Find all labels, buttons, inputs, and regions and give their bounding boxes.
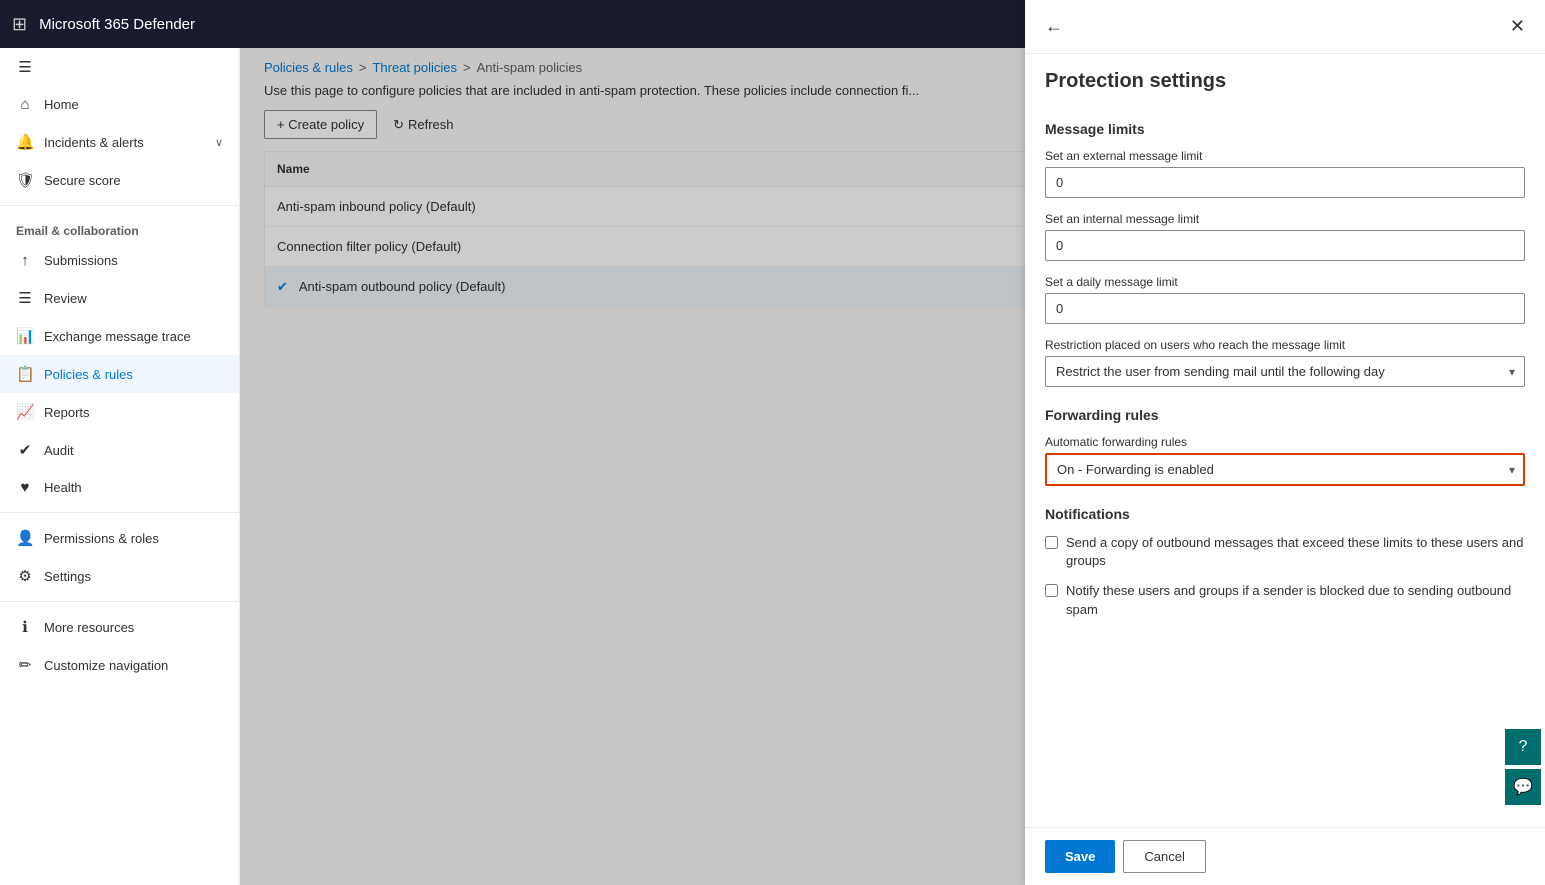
exchange-icon: 📊	[16, 327, 34, 345]
save-button[interactable]: Save	[1045, 840, 1115, 873]
sidebar-section-email-collab: Email & collaboration	[0, 212, 239, 242]
submissions-icon: ↑	[16, 252, 34, 269]
sidebar-item-customize-nav[interactable]: ✏ Customize navigation	[0, 646, 239, 684]
checkbox-copy-outbound-row: Send a copy of outbound messages that ex…	[1045, 534, 1525, 570]
health-icon: ♥	[16, 479, 34, 496]
checkbox-notify-blocked-row: Notify these users and groups if a sende…	[1045, 582, 1525, 618]
sidebar-label-more-resources: More resources	[44, 620, 134, 635]
label-restriction: Restriction placed on users who reach th…	[1045, 338, 1525, 352]
sidebar-divider-1	[0, 205, 239, 206]
audit-icon: ✔	[16, 441, 34, 459]
field-restriction: Restriction placed on users who reach th…	[1045, 338, 1525, 387]
sidebar-label-permissions: Permissions & roles	[44, 531, 159, 546]
sidebar-item-incidents[interactable]: 🔔 Incidents & alerts ∨	[0, 123, 239, 161]
section-title-notifications: Notifications	[1045, 506, 1525, 522]
label-daily-limit: Set a daily message limit	[1045, 275, 1525, 289]
field-auto-forwarding: Automatic forwarding rules On - Forwardi…	[1045, 435, 1525, 486]
sidebar-label-settings: Settings	[44, 569, 91, 584]
sidebar: ☰ ⌂ Home 🔔 Incidents & alerts ∨ 🛡 Secure…	[0, 48, 240, 885]
sidebar-label-policies: Policies & rules	[44, 367, 133, 382]
input-external-limit[interactable]	[1045, 167, 1525, 198]
home-icon: ⌂	[16, 96, 34, 113]
more-resources-icon: ℹ	[16, 618, 34, 636]
field-internal-limit: Set an internal message limit	[1045, 212, 1525, 275]
hamburger-icon: ☰	[16, 58, 34, 76]
incidents-icon: 🔔	[16, 133, 34, 151]
section-title-message-limits: Message limits	[1045, 121, 1525, 137]
panel-footer: Save Cancel	[1025, 827, 1545, 885]
sidebar-item-exchange-message-trace[interactable]: 📊 Exchange message trace	[0, 317, 239, 355]
sidebar-item-submissions[interactable]: ↑ Submissions	[0, 242, 239, 279]
sidebar-divider-3	[0, 601, 239, 602]
customize-icon: ✏	[16, 656, 34, 674]
label-auto-forwarding: Automatic forwarding rules	[1045, 435, 1525, 449]
permissions-icon: 👤	[16, 529, 34, 547]
input-internal-limit[interactable]	[1045, 230, 1525, 261]
sidebar-item-reports[interactable]: 📈 Reports	[0, 393, 239, 431]
sidebar-label-home: Home	[44, 97, 79, 112]
sidebar-label-secure-score: Secure score	[44, 173, 121, 188]
sidebar-label-review: Review	[44, 291, 87, 306]
panel-header: ← ✕	[1025, 0, 1545, 54]
sidebar-item-settings[interactable]: ⚙ Settings	[0, 557, 239, 595]
panel-close-button[interactable]: ✕	[1510, 16, 1525, 37]
section-title-forwarding-rules: Forwarding rules	[1045, 407, 1525, 423]
chevron-down-icon: ∨	[215, 136, 223, 149]
policies-icon: 📋	[16, 365, 34, 383]
restriction-select-wrap: Restrict the user from sending mail unti…	[1045, 356, 1525, 387]
sidebar-item-audit[interactable]: ✔ Audit	[0, 431, 239, 469]
checkbox-notify-blocked[interactable]	[1045, 584, 1058, 597]
side-panel: ← ✕ Protection settings Message limits S…	[1025, 0, 1545, 885]
sidebar-menu-toggle[interactable]: ☰	[0, 48, 239, 86]
sidebar-label-audit: Audit	[44, 443, 74, 458]
checkbox-copy-outbound[interactable]	[1045, 536, 1058, 549]
label-internal-limit: Set an internal message limit	[1045, 212, 1525, 226]
sidebar-label-exchange: Exchange message trace	[44, 329, 191, 344]
field-daily-limit: Set a daily message limit	[1045, 275, 1525, 338]
input-daily-limit[interactable]	[1045, 293, 1525, 324]
checkbox-label-copy-outbound: Send a copy of outbound messages that ex…	[1066, 534, 1525, 570]
auto-forwarding-select[interactable]: On - Forwarding is enabled Off - Forward…	[1045, 453, 1525, 486]
label-external-limit: Set an external message limit	[1045, 149, 1525, 163]
sidebar-item-review[interactable]: ☰ Review	[0, 279, 239, 317]
sidebar-label-submissions: Submissions	[44, 253, 118, 268]
float-help-button[interactable]: ?	[1505, 729, 1541, 765]
sidebar-item-permissions[interactable]: 👤 Permissions & roles	[0, 519, 239, 557]
field-external-limit: Set an external message limit	[1045, 149, 1525, 212]
cancel-button[interactable]: Cancel	[1123, 840, 1205, 873]
float-buttons: ? 💬	[1505, 729, 1541, 805]
grid-icon[interactable]: ⊞	[12, 14, 27, 35]
sidebar-label-reports: Reports	[44, 405, 90, 420]
reports-icon: 📈	[16, 403, 34, 421]
checkbox-label-notify-blocked: Notify these users and groups if a sende…	[1066, 582, 1525, 618]
sidebar-item-home[interactable]: ⌂ Home	[0, 86, 239, 123]
sidebar-item-health[interactable]: ♥ Health	[0, 469, 239, 506]
sidebar-label-health: Health	[44, 480, 82, 495]
sidebar-item-policies-rules[interactable]: 📋 Policies & rules	[0, 355, 239, 393]
panel-body: Message limits Set an external message l…	[1025, 101, 1545, 827]
float-chat-button[interactable]: 💬	[1505, 769, 1541, 805]
auto-forwarding-select-wrap: On - Forwarding is enabled Off - Forward…	[1045, 453, 1525, 486]
review-icon: ☰	[16, 289, 34, 307]
sidebar-label-customize: Customize navigation	[44, 658, 168, 673]
panel-title: Protection settings	[1025, 54, 1545, 101]
sidebar-label-incidents: Incidents & alerts	[44, 135, 144, 150]
shield-icon: 🛡	[16, 171, 34, 189]
settings-nav-icon: ⚙	[16, 567, 34, 585]
panel-back-button[interactable]: ←	[1045, 16, 1063, 37]
sidebar-item-more-resources[interactable]: ℹ More resources	[0, 608, 239, 646]
restriction-select[interactable]: Restrict the user from sending mail unti…	[1045, 356, 1525, 387]
sidebar-divider-2	[0, 512, 239, 513]
sidebar-item-secure-score[interactable]: 🛡 Secure score	[0, 161, 239, 199]
